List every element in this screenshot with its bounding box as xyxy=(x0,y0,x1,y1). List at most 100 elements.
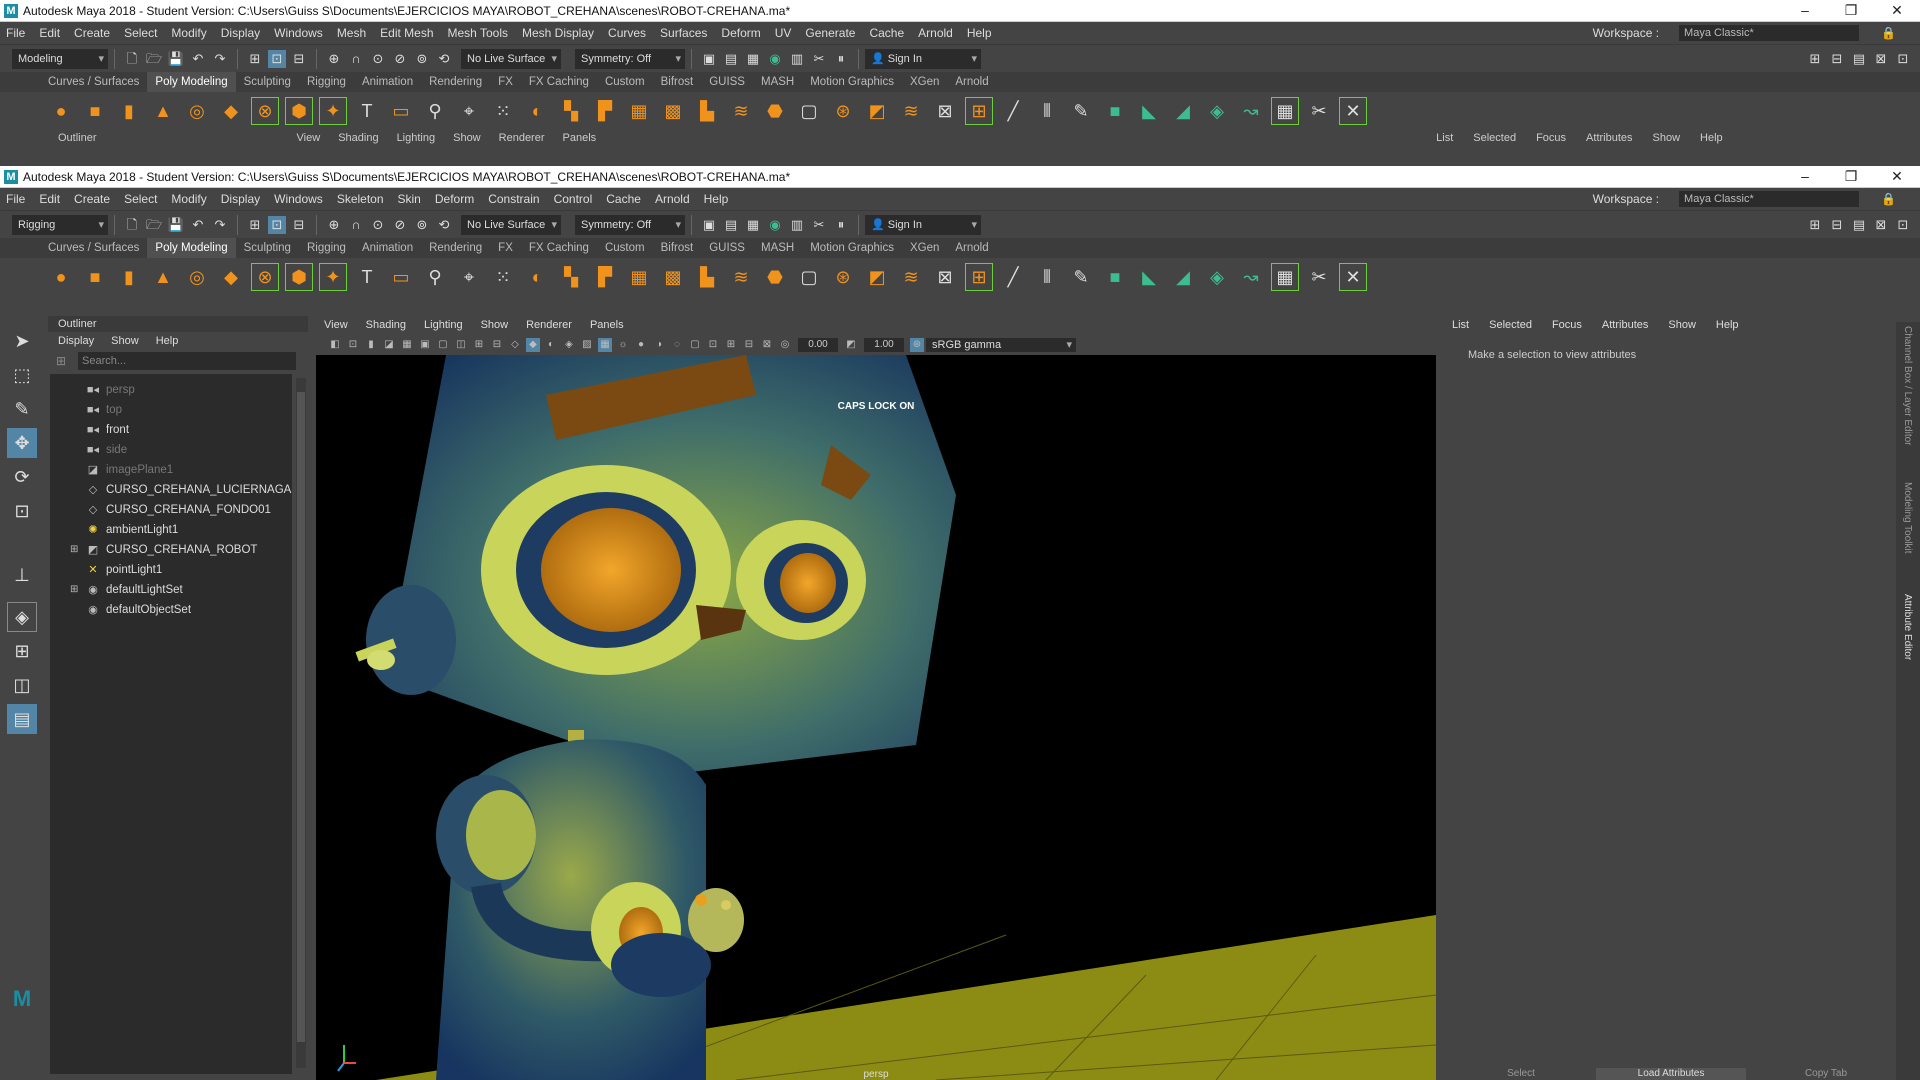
outliner-search-input[interactable]: Search... xyxy=(78,352,296,370)
snap-view-icon[interactable]: ⊘ xyxy=(391,216,409,234)
boolean-icon[interactable]: ▩ xyxy=(659,263,687,291)
fill-hole-icon[interactable]: ◩ xyxy=(863,263,891,291)
mirror-icon[interactable]: ⌖ xyxy=(455,263,483,291)
shelf-tab-mash[interactable]: MASH xyxy=(753,238,802,258)
menu-file[interactable]: File xyxy=(6,192,25,206)
toggle-outliner-icon[interactable]: ⊞ xyxy=(1806,50,1824,68)
outliner-item-defaultlightset[interactable]: ⊞ ◉ defaultLightSet xyxy=(50,580,292,600)
snap-live-icon[interactable]: ⟲ xyxy=(435,50,453,68)
combine-icon[interactable]: ◐ xyxy=(523,263,551,291)
live-surface-field[interactable]: No Live Surface xyxy=(461,48,561,69)
textured-icon[interactable]: ▦ xyxy=(598,338,612,352)
back-attr-menu-attributes[interactable]: Attributes xyxy=(1586,132,1632,144)
pause-icon[interactable]: ⏸ xyxy=(832,216,850,234)
unfold-uv-icon[interactable]: ↝ xyxy=(1237,263,1265,291)
target-weld-icon[interactable]: ⊠ xyxy=(931,97,959,125)
snap-point-icon[interactable]: ⊙ xyxy=(369,216,387,234)
outliner-item-persp[interactable]: ■◂ persp xyxy=(50,380,292,400)
live-surface-field[interactable]: No Live Surface xyxy=(461,214,561,235)
poly-text-icon[interactable]: T xyxy=(353,263,381,291)
outliner-menu-help[interactable]: Help xyxy=(156,335,179,347)
shelf-tab-curves[interactable]: Curves / Surfaces xyxy=(40,238,147,258)
shelf-tab-motion-graphics[interactable]: Motion Graphics xyxy=(802,72,902,92)
safe-action-icon[interactable]: ⊟ xyxy=(490,338,504,352)
sign-in-button[interactable]: 👤 Sign In xyxy=(865,214,981,235)
attr-menu-list[interactable]: List xyxy=(1452,319,1469,331)
back-attr-menu-focus[interactable]: Focus xyxy=(1536,132,1566,144)
outliner-scrollbar[interactable] xyxy=(296,378,306,1068)
save-scene-icon[interactable]: 💾 xyxy=(167,216,185,234)
shelf-tab-guiss[interactable]: GUISS xyxy=(701,72,753,92)
shelf-tab-fx-caching[interactable]: FX Caching xyxy=(521,238,597,258)
side-tab-modeling-toolkit[interactable]: Modeling Toolkit xyxy=(1902,482,1913,554)
unfold-uv-icon[interactable]: ↝ xyxy=(1237,97,1265,125)
arnold-render-icon[interactable]: ✂ xyxy=(810,50,828,68)
xray-joints-icon[interactable]: ⊟ xyxy=(742,338,756,352)
vp-menu-view[interactable]: View xyxy=(324,319,348,331)
shelf-tab-xgen[interactable]: XGen xyxy=(902,238,947,258)
connect-icon[interactable]: ╱ xyxy=(999,263,1027,291)
shelf-tab-arnold[interactable]: Arnold xyxy=(947,72,996,92)
menu-display[interactable]: Display xyxy=(221,26,260,40)
filter-icon[interactable]: ⊞ xyxy=(56,354,66,368)
bounding-box-icon[interactable]: ▢ xyxy=(795,97,823,125)
select-object-icon[interactable]: ⊡ xyxy=(268,49,286,68)
menu-create[interactable]: Create xyxy=(74,192,110,206)
toggle-layer-icon[interactable]: ⊡ xyxy=(1894,216,1912,234)
motion-blur-icon[interactable]: ◌ xyxy=(670,338,684,352)
menu-windows[interactable]: Windows xyxy=(274,26,323,40)
attr-menu-selected[interactable]: Selected xyxy=(1489,319,1532,331)
menu-arnold[interactable]: Arnold xyxy=(655,192,690,206)
menu-constrain[interactable]: Constrain xyxy=(488,192,539,206)
vp-menu-show[interactable]: Show xyxy=(481,319,509,331)
close-icon[interactable]: ✕ xyxy=(1874,2,1920,19)
render-icon[interactable]: ▣ xyxy=(700,50,718,68)
field-chart-icon[interactable]: ⊞ xyxy=(472,338,486,352)
uv-checker-icon[interactable]: ▦ xyxy=(1271,263,1299,291)
poly-torus-icon[interactable]: ◎ xyxy=(183,97,211,125)
bridge-icon[interactable]: ≋ xyxy=(727,263,755,291)
cylindrical-uv-icon[interactable]: ◣ xyxy=(1135,263,1163,291)
sew-uv-icon[interactable]: ✕ xyxy=(1339,97,1367,125)
render-settings-icon[interactable]: ▦ xyxy=(744,216,762,234)
snap-surface-icon[interactable]: ⊚ xyxy=(413,50,431,68)
merge-icon[interactable]: ⊞ xyxy=(965,97,993,125)
outliner-tab[interactable]: Outliner xyxy=(48,316,308,332)
toggle-layer-icon[interactable]: ⊡ xyxy=(1894,50,1912,68)
lock-icon[interactable]: 🔒 xyxy=(1881,26,1896,40)
attr-copy-tab-button[interactable]: Copy Tab xyxy=(1766,1068,1886,1080)
mode-dropdown[interactable]: Rigging xyxy=(12,214,108,235)
shelf-tab-poly-modeling[interactable]: Poly Modeling xyxy=(147,72,236,92)
outliner-item-defaultobjectset[interactable]: ◉ defaultObjectSet xyxy=(50,600,292,620)
menu-surfaces[interactable]: Surfaces xyxy=(660,26,707,40)
poly-disc-icon[interactable]: ⊗ xyxy=(251,97,279,125)
symmetry-dropdown[interactable]: Symmetry: Off xyxy=(575,48,685,69)
bookmark-icon[interactable]: ▮ xyxy=(364,338,378,352)
poly-cube-icon[interactable]: ■ xyxy=(81,97,109,125)
cut-uv-icon[interactable]: ✂ xyxy=(1305,263,1333,291)
attr-menu-focus[interactable]: Focus xyxy=(1552,319,1582,331)
vp-menu-panels[interactable]: Panels xyxy=(590,319,624,331)
side-tab-attribute-editor[interactable]: Attribute Editor xyxy=(1902,594,1913,660)
toggle-tool-icon[interactable]: ⊠ xyxy=(1872,216,1890,234)
offset-loop-icon[interactable]: ✎ xyxy=(1067,97,1095,125)
restore-icon[interactable]: ❐ xyxy=(1828,2,1874,19)
new-scene-icon[interactable]: 🗋 xyxy=(123,216,141,234)
poly-platonic-icon[interactable]: ⬢ xyxy=(285,97,313,125)
move-tool-icon[interactable]: ✥ xyxy=(7,428,37,458)
menu-uv[interactable]: UV xyxy=(775,26,792,40)
smooth-shade-icon[interactable]: ◆ xyxy=(526,338,540,352)
smooth-icon[interactable]: ▦ xyxy=(625,97,653,125)
color-space-dropdown[interactable]: sRGB gamma xyxy=(926,338,1076,352)
menu-cache[interactable]: Cache xyxy=(606,192,641,206)
multi-cut-icon[interactable]: ≋ xyxy=(897,263,925,291)
new-scene-icon[interactable]: 🗋 xyxy=(123,50,141,68)
hypershade-icon[interactable]: ◉ xyxy=(766,50,784,68)
snap-view-icon[interactable]: ⊘ xyxy=(391,50,409,68)
outliner-item-side[interactable]: ■◂ side xyxy=(50,440,292,460)
bevel-icon[interactable]: ⬣ xyxy=(761,263,789,291)
gamma-icon[interactable]: ◩ xyxy=(844,338,858,352)
merge-icon[interactable]: ⊞ xyxy=(965,263,993,291)
menu-deform[interactable]: Deform xyxy=(435,192,474,206)
connect-icon[interactable]: ╱ xyxy=(999,97,1027,125)
